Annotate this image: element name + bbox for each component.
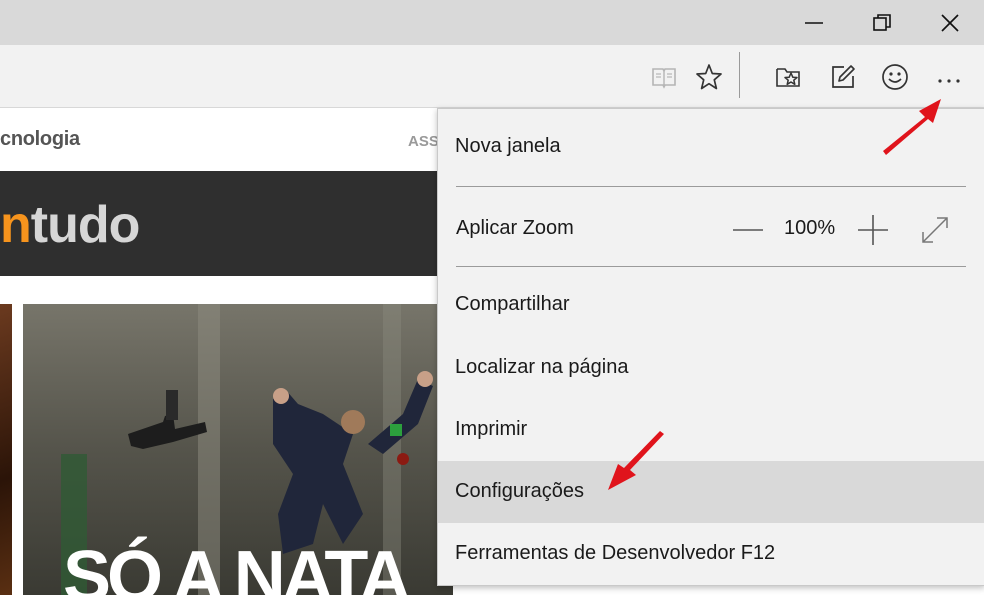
more-actions-menu: Nova janela Aplicar Zoom 100% Compartilh… bbox=[437, 108, 984, 586]
menu-item-label: Imprimir bbox=[455, 418, 528, 440]
minus-icon bbox=[733, 229, 763, 231]
menu-zoom-row: Aplicar Zoom 100% bbox=[438, 196, 984, 264]
minimize-button[interactable] bbox=[782, 0, 846, 45]
menu-item-new-window[interactable]: Nova janela bbox=[438, 116, 984, 178]
reading-view-icon bbox=[652, 68, 676, 89]
close-icon bbox=[941, 14, 959, 32]
menu-divider bbox=[456, 186, 966, 187]
restore-icon bbox=[873, 14, 891, 31]
web-note-button[interactable] bbox=[825, 59, 861, 95]
feedback-smiley-icon bbox=[882, 64, 908, 90]
hub-button[interactable] bbox=[770, 59, 806, 95]
side-article-image[interactable] bbox=[0, 304, 12, 595]
logo-text: tudo bbox=[30, 196, 141, 254]
zoom-label: Aplicar Zoom bbox=[456, 217, 574, 239]
minimize-icon bbox=[805, 22, 823, 24]
browser-toolbar bbox=[0, 45, 984, 108]
more-actions-button[interactable] bbox=[931, 59, 967, 95]
hub-icon bbox=[776, 68, 800, 87]
full-screen-icon bbox=[922, 217, 948, 243]
site-section-label[interactable]: cnologia bbox=[0, 128, 80, 151]
menu-item-label: Ferramentas de Desenvolvedor F12 bbox=[455, 542, 776, 564]
menu-item-label: Compartilhar bbox=[455, 293, 570, 315]
full-screen-button[interactable] bbox=[915, 210, 955, 250]
favorite-button[interactable] bbox=[691, 59, 727, 95]
zoom-out-button[interactable] bbox=[728, 210, 768, 250]
site-nav-right-text[interactable]: ASS bbox=[408, 133, 439, 150]
menu-item-label: Configurações bbox=[455, 480, 584, 502]
menu-divider bbox=[456, 266, 966, 267]
plus-icon bbox=[858, 215, 888, 245]
web-note-icon bbox=[832, 65, 855, 88]
menu-item-find-on-page[interactable]: Localizar na página bbox=[438, 337, 984, 399]
menu-item-label: Nova janela bbox=[455, 135, 561, 157]
menu-item-developer-tools[interactable]: Ferramentas de Desenvolvedor F12 bbox=[438, 523, 984, 585]
feedback-button[interactable] bbox=[877, 59, 913, 95]
hero-headline: SÓ A NATA bbox=[63, 537, 411, 595]
zoom-level-value: 100% bbox=[784, 217, 836, 239]
close-button[interactable] bbox=[918, 0, 982, 45]
reading-view-button[interactable] bbox=[646, 59, 682, 95]
favorite-star-icon bbox=[696, 64, 722, 90]
restore-button[interactable] bbox=[850, 0, 914, 45]
zoom-in-button[interactable] bbox=[853, 210, 893, 250]
menu-item-share[interactable]: Compartilhar bbox=[438, 274, 984, 336]
hero-article-image[interactable]: SÓ A NATA bbox=[23, 304, 453, 595]
menu-item-label: Localizar na página bbox=[455, 356, 629, 378]
site-logo[interactable]: ntudo bbox=[0, 195, 141, 255]
title-bar bbox=[0, 0, 984, 45]
toolbar-separator bbox=[739, 52, 740, 98]
more-actions-icon bbox=[938, 79, 960, 83]
menu-item-print[interactable]: Imprimir bbox=[438, 399, 984, 461]
logo-accent-letter: n bbox=[0, 196, 32, 254]
menu-item-settings[interactable]: Configurações bbox=[438, 461, 984, 523]
